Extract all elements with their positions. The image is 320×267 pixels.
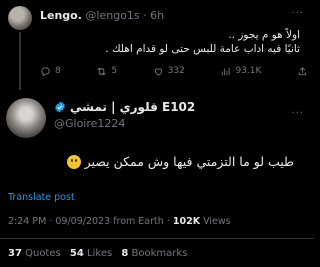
tweet-source: from Earth (113, 216, 164, 227)
avatar[interactable] (6, 98, 46, 138)
retweet-button[interactable]: 5 (96, 66, 117, 77)
display-name: قلوري | تمشي E102 (70, 100, 196, 114)
tweet-meta: 2:24 PM · 09/09/2023 from Earth · 102K V… (8, 216, 231, 227)
more-options-icon[interactable]: ··· (291, 8, 304, 19)
quotes-stat[interactable]: 37 Quotes (8, 248, 61, 259)
user-handle[interactable]: @Gloire1224 (54, 117, 125, 130)
tweet-age[interactable]: 6h (150, 9, 164, 22)
retweet-icon (97, 67, 106, 75)
tweet-time[interactable]: 2:24 PM (8, 216, 46, 227)
heart-icon (154, 67, 162, 76)
views-count: 93.1K (235, 66, 262, 76)
share-icon (298, 66, 307, 75)
separator-dot: · (166, 216, 170, 227)
bookmarks-label: Bookmarks (131, 248, 188, 259)
quotes-label: Quotes (25, 248, 61, 259)
action-bar: 8 5 332 93.1K (40, 64, 308, 78)
tweet-header: Lengo. @lengo1s · 6h (40, 9, 164, 22)
like-count: 332 (167, 66, 185, 76)
display-name[interactable]: Lengo. (40, 9, 82, 22)
user-handle[interactable]: @lengo1s (85, 9, 139, 22)
divider (0, 238, 314, 239)
bookmarks-count: 8 (121, 248, 129, 259)
likes-label: Likes (87, 248, 113, 259)
separator-dot: · (143, 9, 147, 22)
thinking-face-icon (66, 155, 81, 169)
views-count: 102K (172, 216, 201, 227)
views-label: Views (203, 216, 231, 227)
likes-stat[interactable]: 54 Likes (70, 248, 112, 259)
tweet-date[interactable]: 09/09/2023 (55, 216, 110, 227)
analytics-icon (222, 67, 231, 75)
thread-line (19, 32, 21, 90)
quotes-count: 37 (8, 248, 22, 259)
tweet-text-line: اولاً هو م يجوز .. (228, 29, 300, 41)
reply-icon (41, 66, 50, 76)
tweet-text-content: طيب لو ما التزمتي فيها وش ممكن يصير (84, 154, 294, 169)
tweet-text-line: ثانيًا فيه اداب عامة للبس حتى لو قدام اه… (105, 43, 300, 55)
retweet-count: 5 (111, 66, 118, 76)
like-button[interactable]: 332 (153, 66, 185, 77)
tweet-text: طيب لو ما التزمتي فيها وش ممكن يصير (8, 154, 294, 170)
engagement-stats: 37 Quotes 54 Likes 8 Bookmarks (8, 248, 193, 259)
translate-post-link[interactable]: Translate post (8, 192, 75, 203)
reply-button[interactable]: 8 (40, 66, 61, 77)
reply-count: 8 (55, 66, 61, 76)
display-name-row[interactable]: قلوري | تمشي E102 (54, 100, 195, 114)
separator-dot: · (49, 216, 53, 227)
tweet-text: اولاً هو م يجوز .. ثانيًا فيه اداب عامة … (30, 28, 300, 56)
bookmarks-stat[interactable]: 8 Bookmarks (121, 248, 187, 259)
share-button[interactable] (297, 66, 308, 77)
main-tweet: قلوري | تمشي E102 @Gloire1224 ··· طيب لو… (0, 90, 314, 267)
verified-badge-icon (55, 101, 65, 113)
avatar[interactable] (8, 6, 32, 30)
likes-count: 54 (69, 248, 84, 259)
views-button[interactable]: 93.1K (220, 66, 261, 77)
more-options-icon[interactable]: ··· (291, 108, 304, 119)
reply-tweet[interactable]: Lengo. @lengo1s · 6h ··· اولاً هو م يجوز… (0, 0, 314, 90)
